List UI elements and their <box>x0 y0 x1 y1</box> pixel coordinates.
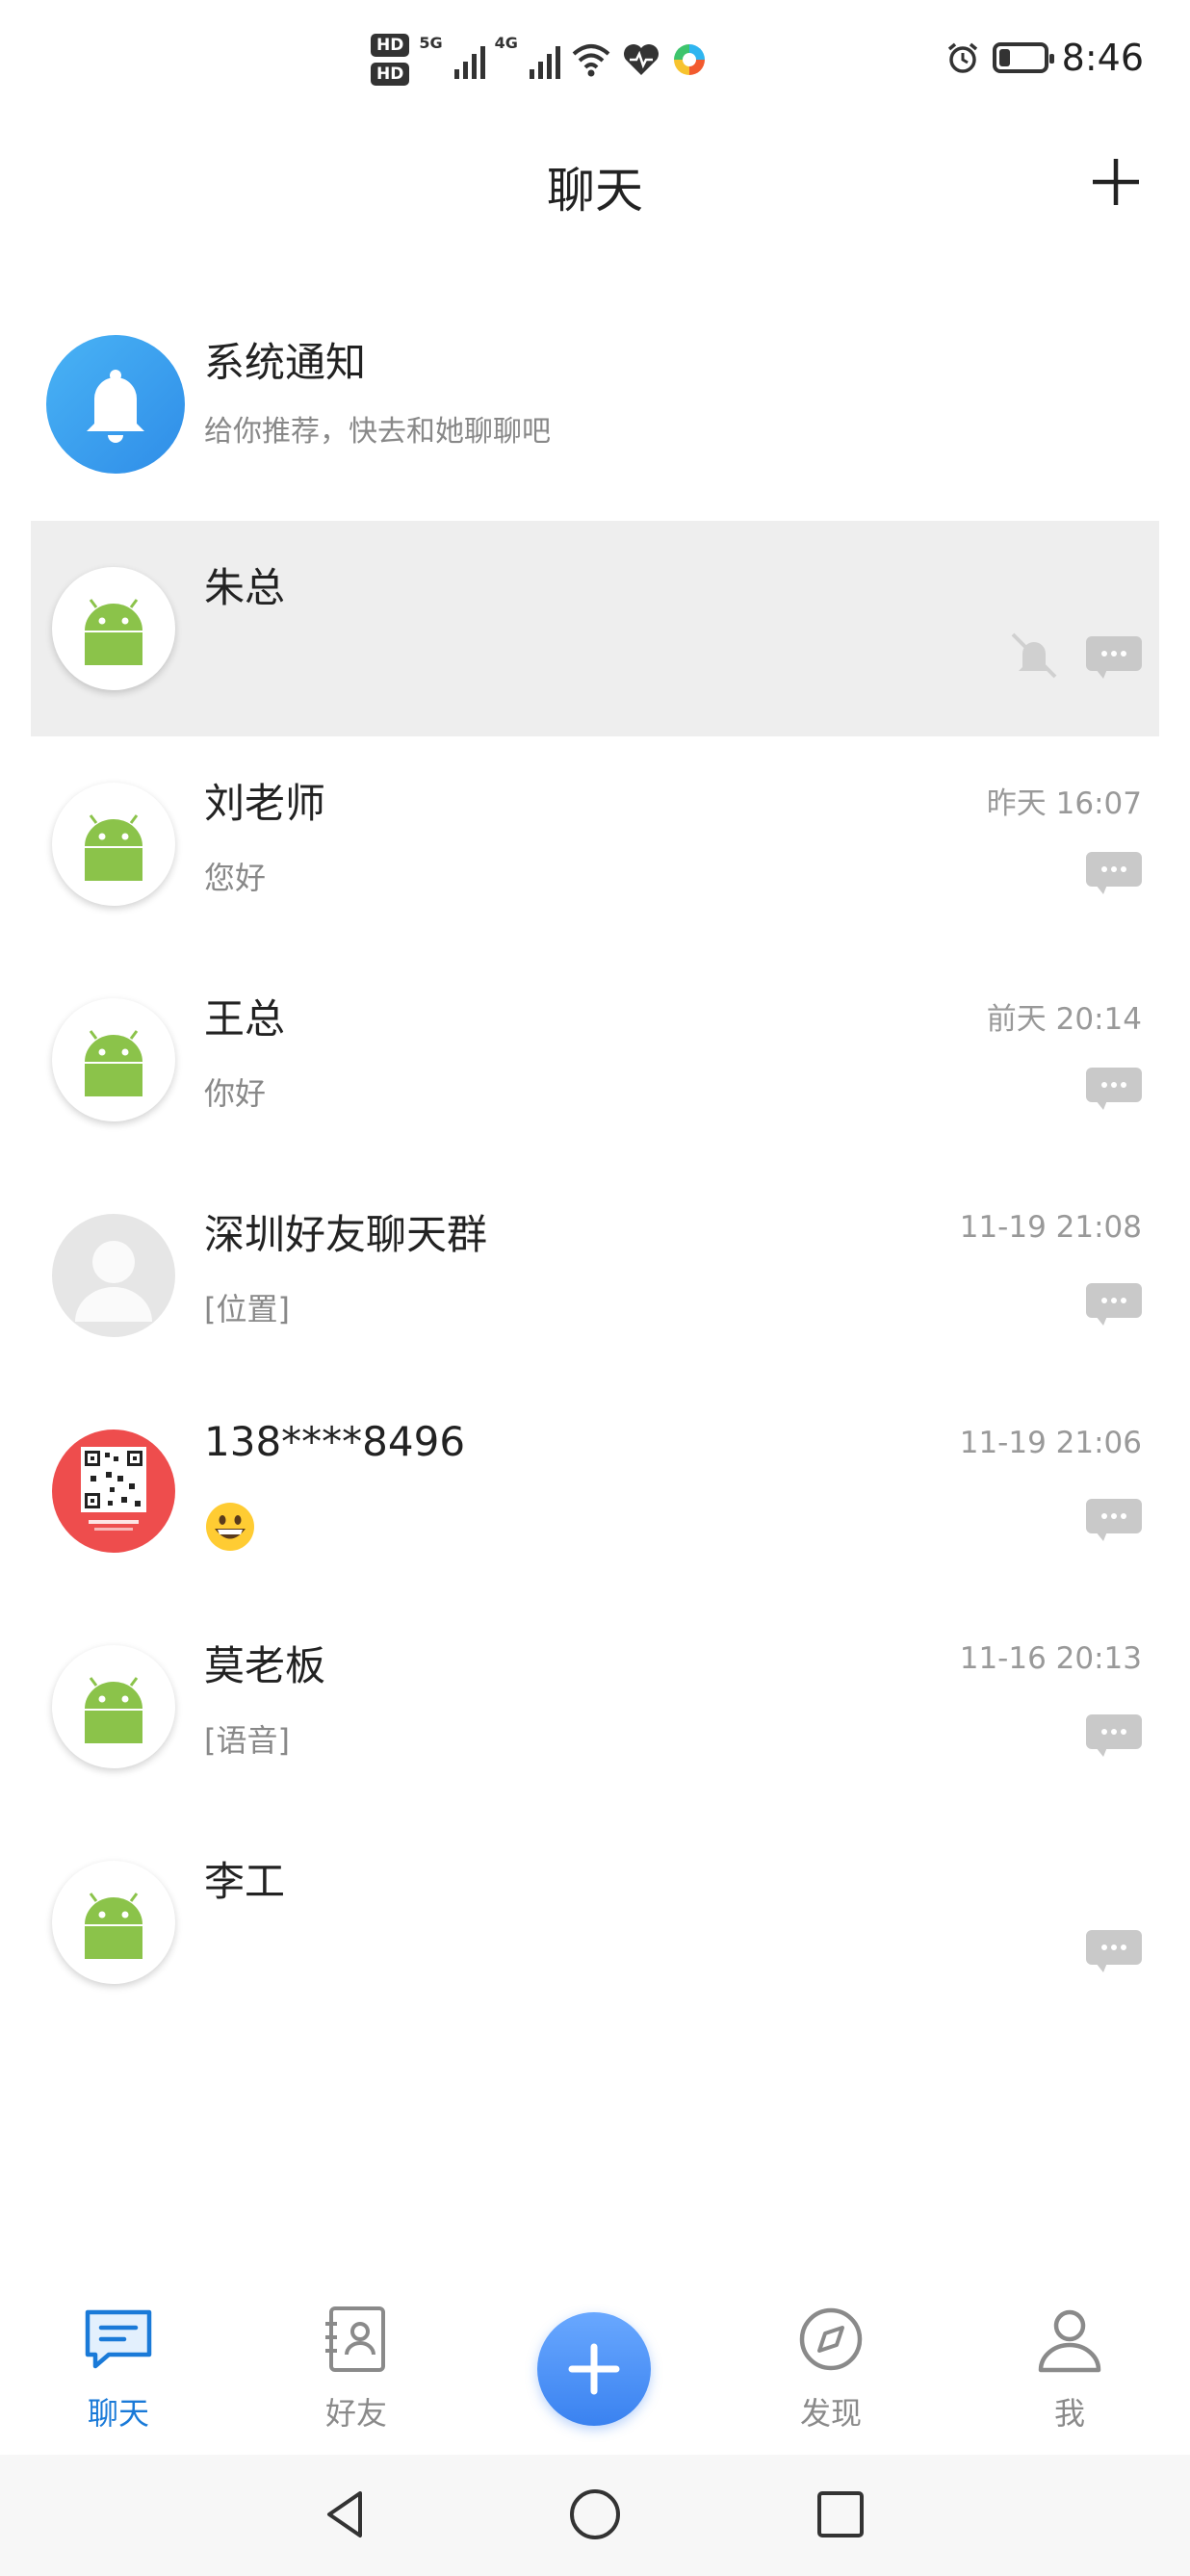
hd-badge-1: HD <box>371 34 410 57</box>
signal-icon <box>453 40 485 79</box>
android-icon <box>85 1893 142 1959</box>
message-bubble-icon <box>1086 1930 1142 1972</box>
chat-time: 昨天 16:07 <box>986 786 1142 821</box>
chat-time: 11-19 21:08 <box>959 1210 1142 1245</box>
signal-icon <box>529 40 560 79</box>
chat-name: 深圳好友聊天群 <box>204 1211 488 1258</box>
message-bubble-icon <box>1086 1499 1142 1541</box>
chat-time: 前天 20:14 <box>986 1002 1142 1037</box>
tab-label: 我 <box>1053 2395 1085 2432</box>
hd-icons: HD HD <box>371 34 410 86</box>
chat-preview: [位置] <box>204 1291 290 1327</box>
avatar <box>52 567 175 690</box>
chat-item[interactable]: 朱总 <box>31 521 1159 736</box>
back-icon[interactable] <box>318 2486 375 2543</box>
android-icon <box>85 1677 142 1743</box>
home-icon[interactable] <box>566 2486 624 2543</box>
chat-item[interactable]: 李工 <box>31 1815 1159 2030</box>
status-bar: HD HD 5G 4G 8:46 <box>0 0 1190 135</box>
alarm-icon <box>947 42 977 73</box>
contacts-icon <box>325 2306 385 2372</box>
chat-item-system-notification[interactable]: 系统通知 给你推荐，快去和她聊聊吧 <box>31 311 1159 527</box>
chat-preview: 您好 <box>204 860 267 896</box>
chat-preview: 你好 <box>204 1075 267 1112</box>
health-icon <box>623 44 659 75</box>
chat-preview: 给你推荐，快去和她聊聊吧 <box>204 415 551 449</box>
avatar <box>52 1430 175 1553</box>
tab-label: 发现 <box>799 2395 862 2432</box>
message-bubble-icon <box>1086 1283 1142 1326</box>
person-icon <box>1038 2309 1101 2373</box>
android-icon <box>85 1030 142 1096</box>
battery-icon <box>992 42 1054 73</box>
chat-name: 刘老师 <box>204 780 326 827</box>
chat-time: 11-19 21:06 <box>959 1426 1142 1460</box>
android-icon <box>85 814 142 881</box>
avatar <box>52 998 175 1121</box>
chat-item[interactable]: 王总 你好 前天 20:14 <box>31 952 1159 1168</box>
qr-code-icon <box>81 1447 146 1531</box>
chat-name: 李工 <box>204 1858 286 1905</box>
center-add-button[interactable] <box>537 2312 651 2426</box>
message-bubble-icon <box>1086 1714 1142 1757</box>
android-icon <box>85 599 142 665</box>
chat-name: 王总 <box>204 995 286 1043</box>
bell-icon <box>87 370 144 443</box>
chat-name: 朱总 <box>204 564 286 611</box>
battery-level <box>998 49 1010 66</box>
recents-icon[interactable] <box>812 2486 869 2543</box>
message-bubble-icon <box>1086 636 1142 679</box>
add-button[interactable] <box>1082 148 1150 216</box>
avatar <box>52 783 175 906</box>
status-indicators: HD HD 5G 4G <box>371 34 709 86</box>
chat-name: 莫老板 <box>204 1642 326 1689</box>
hd-badge-2: HD <box>371 63 410 86</box>
avatar <box>46 335 185 474</box>
chat-name: 138****8496 <box>204 1418 466 1465</box>
plus-icon <box>1093 159 1139 205</box>
chat-preview: [语音] <box>204 1722 290 1759</box>
tab-friends[interactable]: 好友 <box>284 2301 428 2434</box>
mute-bell-icon <box>1011 632 1057 679</box>
chat-item[interactable]: 莫老板 [语音] 11-16 20:13 <box>31 1599 1159 1815</box>
compass-icon <box>799 2307 863 2371</box>
chat-list: 系统通知 给你推荐，快去和她聊聊吧 朱总 刘老师 您好 昨天 16:07 王总 … <box>31 311 1159 2030</box>
chat-item[interactable]: 138****8496 11-19 21:06 <box>31 1383 1159 1599</box>
grinning-face-emoji-icon <box>206 1503 254 1551</box>
chat-time: 11-16 20:13 <box>959 1641 1142 1676</box>
avatar <box>52 1645 175 1768</box>
chat-item[interactable]: 刘老师 您好 昨天 16:07 <box>31 736 1159 952</box>
default-user-icon <box>75 1241 152 1322</box>
message-bubble-icon <box>1086 1068 1142 1110</box>
page-title: 聊天 <box>547 163 643 219</box>
avatar <box>52 1214 175 1337</box>
tab-chat[interactable]: 聊天 <box>46 2301 191 2434</box>
tab-label: 好友 <box>324 2395 387 2432</box>
chat-item[interactable]: 深圳好友聊天群 [位置] 11-19 21:08 <box>31 1168 1159 1383</box>
app-notification-icon <box>671 42 707 77</box>
network-type-2: 4G <box>494 34 518 52</box>
chat-icon <box>85 2309 152 2369</box>
chat-name: 系统通知 <box>204 339 367 386</box>
plus-icon <box>568 2343 620 2395</box>
wifi-icon <box>572 44 610 77</box>
bottom-nav: 聊天 好友 发现 我 <box>0 2281 1190 2455</box>
message-bubble-icon <box>1086 852 1142 894</box>
system-navigation-bar <box>0 2455 1190 2576</box>
app-header: 聊天 <box>0 135 1190 250</box>
tab-discover[interactable]: 发现 <box>759 2301 903 2434</box>
status-right: 8:46 <box>946 37 1144 79</box>
clock: 8:46 <box>1061 37 1144 79</box>
tab-label: 聊天 <box>87 2395 149 2432</box>
network-type-1: 5G <box>419 34 443 52</box>
avatar <box>52 1861 175 1984</box>
tab-me[interactable]: 我 <box>997 2301 1142 2434</box>
